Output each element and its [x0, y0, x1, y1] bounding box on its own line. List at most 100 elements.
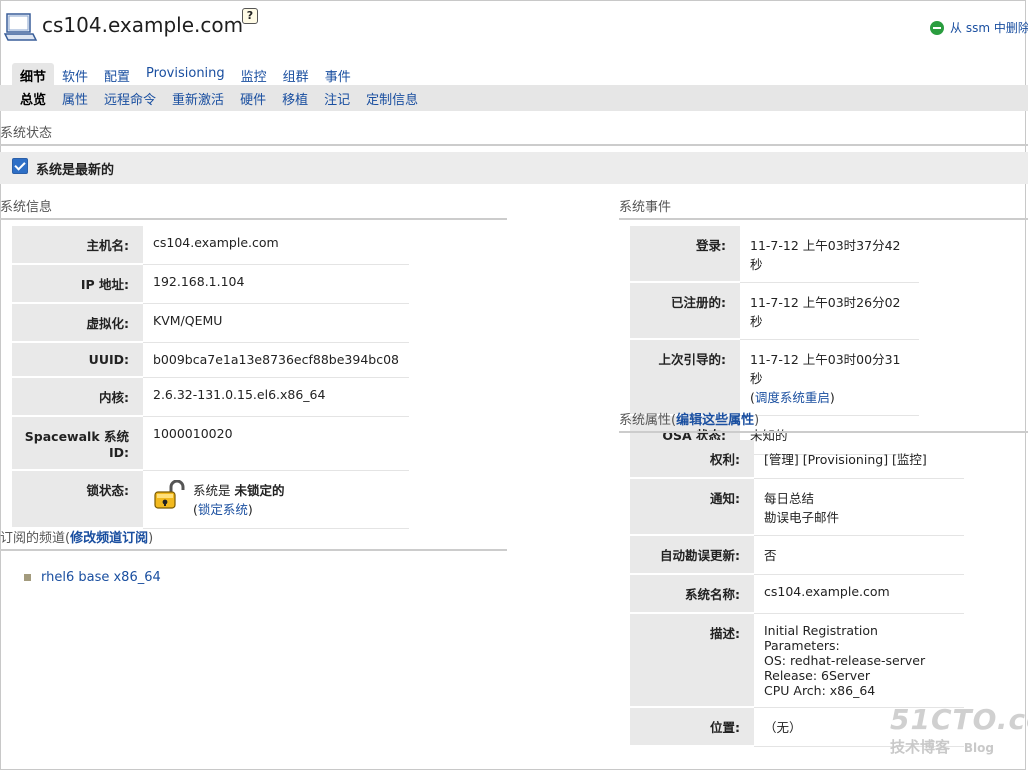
description-line: OS: redhat-release-server	[764, 653, 926, 668]
table-row: 上次引导的: 11-7-12 上午03时00分31秒 (调度系统重启)	[630, 340, 919, 416]
row-label: UUID:	[12, 343, 143, 378]
subtab-notes[interactable]: 注记	[316, 89, 358, 108]
subtab-overview[interactable]: 总览	[12, 89, 54, 108]
channels-title: 订阅的频道	[0, 531, 66, 546]
status-message: 系统是最新的	[36, 162, 115, 178]
description-line: Release: 6Server	[764, 668, 870, 683]
table-row: IP 地址: 192.168.1.104	[12, 265, 409, 304]
row-value: KVM/QEMU	[143, 304, 409, 343]
row-value: 11-7-12 上午03时37分42秒	[740, 226, 919, 283]
lock-text-prefix: 系统是	[193, 483, 231, 498]
subtab-remote-command[interactable]: 远程命令	[96, 89, 164, 108]
row-value: cs104.example.com	[754, 575, 964, 614]
system-events-title: 系统事件	[619, 200, 672, 215]
row-label: 通知:	[630, 479, 754, 536]
description-line: CPU Arch: x86_64	[764, 683, 876, 698]
table-row: UUID: b009bca7e1a13e8736ecf88be394bc08	[12, 343, 409, 378]
row-value: 11-7-12 上午03时00分31秒	[750, 352, 901, 386]
system-properties-title: 系统属性	[619, 413, 672, 428]
tab-groups[interactable]: 组群	[275, 63, 317, 85]
row-label: Spacewalk 系统 ID:	[12, 417, 143, 471]
notification-line: 勘误电子邮件	[764, 510, 840, 525]
system-events-heading: 系统事件	[619, 196, 1028, 220]
row-label: 自动勘误更新:	[630, 536, 754, 575]
table-row: 主机名: cs104.example.com	[12, 226, 409, 265]
status-bar: 系统是最新的	[0, 152, 1028, 184]
edit-properties-link[interactable]: 编辑这些属性	[676, 413, 754, 428]
row-value: 2.6.32-131.0.15.el6.x86_64	[143, 378, 409, 417]
row-label: 内核:	[12, 378, 143, 417]
system-status-title: 系统状态	[0, 126, 53, 141]
paren-close: )	[754, 413, 760, 428]
page-title: cs104.example.com	[42, 13, 244, 37]
system-info-heading: 系统信息	[0, 196, 507, 220]
watermark-logo: 51CTO.com 技术博客 Blog	[890, 703, 1028, 767]
notifications-cell: 每日总结 勘误电子邮件	[754, 479, 964, 536]
watermark-small: 技术博客	[890, 738, 951, 756]
row-label: 已注册的:	[630, 283, 740, 340]
row-label: 登录:	[630, 226, 740, 283]
paren-close: )	[148, 531, 154, 546]
schedule-reboot-link[interactable]: 调度系统重启	[755, 390, 830, 405]
description-cell: Initial Registration Parameters: OS: red…	[754, 614, 964, 708]
lock-state: 未锁定的	[234, 483, 285, 498]
system-icon	[3, 10, 38, 45]
row-value: cs104.example.com	[143, 226, 409, 265]
row-label: 系统名称:	[630, 575, 754, 614]
delete-from-ssm-link[interactable]: 从 ssm 中删除	[930, 19, 1028, 36]
table-row: 描述: Initial Registration Parameters: OS:…	[630, 614, 964, 708]
tab-provisioning[interactable]: Provisioning	[138, 63, 233, 85]
paren-close: )	[247, 502, 253, 517]
watermark-blog: Blog	[963, 741, 994, 755]
edit-channel-subscriptions-link[interactable]: 修改频道订阅	[70, 531, 148, 546]
table-row: 登录: 11-7-12 上午03时37分42秒	[630, 226, 919, 283]
row-label: 上次引导的:	[630, 340, 740, 416]
row-label: 主机名:	[12, 226, 143, 265]
help-icon[interactable]: ?	[242, 8, 258, 24]
page-header: cs104.example.com ? 从 ssm 中删除	[0, 0, 1028, 60]
checkmark-icon	[12, 158, 28, 174]
system-info-table: 主机名: cs104.example.com IP 地址: 192.168.1.…	[12, 226, 409, 529]
row-label: 描述:	[630, 614, 754, 708]
row-label: 位置:	[630, 708, 754, 747]
row-value: b009bca7e1a13e8736ecf88be394bc08	[143, 343, 409, 378]
row-label: 虚拟化:	[12, 304, 143, 343]
tab-details[interactable]: 细节	[12, 63, 55, 85]
subtab-reactivation[interactable]: 重新激活	[164, 89, 232, 108]
row-value: [管理] [Provisioning] [监控]	[754, 440, 964, 479]
tab-monitoring[interactable]: 监控	[233, 63, 275, 85]
row-label: 锁状态:	[12, 471, 143, 529]
table-row: 通知: 每日总结 勘误电子邮件	[630, 479, 964, 536]
lock-system-link[interactable]: 锁定系统	[198, 502, 248, 517]
subtab-migrate[interactable]: 移植	[274, 89, 316, 108]
description-line: Initial Registration Parameters:	[764, 623, 878, 653]
tab-events[interactable]: 事件	[317, 63, 359, 85]
table-row: 内核: 2.6.32-131.0.15.el6.x86_64	[12, 378, 409, 417]
sub-tabs: 总览 属性 远程命令 重新激活 硬件 移植 注记 定制信息	[0, 85, 1028, 111]
tab-software[interactable]: 软件	[54, 63, 96, 85]
unlocked-padlock-icon	[153, 479, 185, 510]
row-value: 11-7-12 上午03时26分02秒	[740, 283, 919, 340]
system-info-title: 系统信息	[0, 200, 53, 215]
subtab-properties[interactable]: 属性	[54, 89, 96, 108]
bullet-icon	[24, 574, 31, 581]
subtab-hardware[interactable]: 硬件	[232, 89, 274, 108]
table-row: 已注册的: 11-7-12 上午03时26分02秒	[630, 283, 919, 340]
channels-heading: 订阅的频道(修改频道订阅)	[0, 527, 507, 551]
subtab-custom-info[interactable]: 定制信息	[358, 89, 426, 108]
row-value: 1000010020	[143, 417, 409, 471]
table-row: 虚拟化: KVM/QEMU	[12, 304, 409, 343]
table-row: 自动勘误更新: 否	[630, 536, 964, 575]
watermark-big: 51CTO.com	[890, 703, 1028, 736]
lock-status-cell: 系统是 未锁定的 (锁定系统)	[143, 471, 409, 529]
notification-line: 每日总结	[764, 491, 815, 506]
remove-icon	[930, 20, 944, 35]
tab-configuration[interactable]: 配置	[96, 63, 138, 85]
system-properties-table: 权利: [管理] [Provisioning] [监控] 通知: 每日总结 勘误…	[630, 440, 964, 747]
channel-link[interactable]: rhel6 base x86_64	[41, 570, 161, 585]
table-row: 系统名称: cs104.example.com	[630, 575, 964, 614]
main-tabs: 细节 软件 配置 Provisioning 监控 组群 事件	[12, 63, 359, 85]
row-value: 否	[754, 536, 964, 575]
table-row: 锁状态: 系统是 未锁定的 (锁定系统)	[12, 471, 409, 529]
row-value: 192.168.1.104	[143, 265, 409, 304]
